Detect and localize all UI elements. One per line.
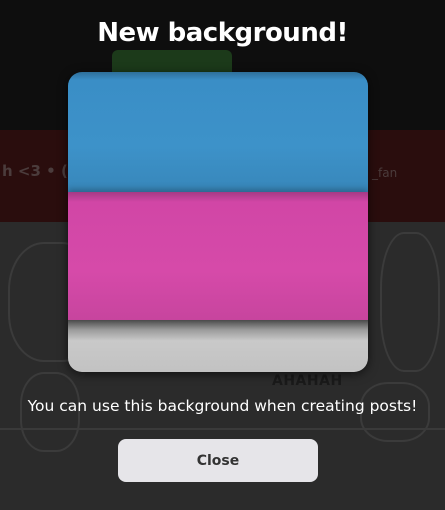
backdrop-divider <box>0 428 445 430</box>
backdrop-sketch-shape <box>380 232 440 372</box>
background-preview-image <box>68 72 368 372</box>
backdrop-post-text: AHAHAH <box>272 373 343 389</box>
close-button[interactable]: Close <box>118 439 318 482</box>
modal-message: You can use this background when creatin… <box>27 397 418 415</box>
preview-stripe-gray <box>68 320 368 372</box>
modal-title: New background! <box>97 18 348 48</box>
backdrop-bar-username: _fan <box>372 166 398 180</box>
backdrop-bar-text: h <3 • ( <box>2 162 68 180</box>
preview-stripe-blue <box>68 72 368 196</box>
preview-stripe-pink <box>68 192 368 324</box>
